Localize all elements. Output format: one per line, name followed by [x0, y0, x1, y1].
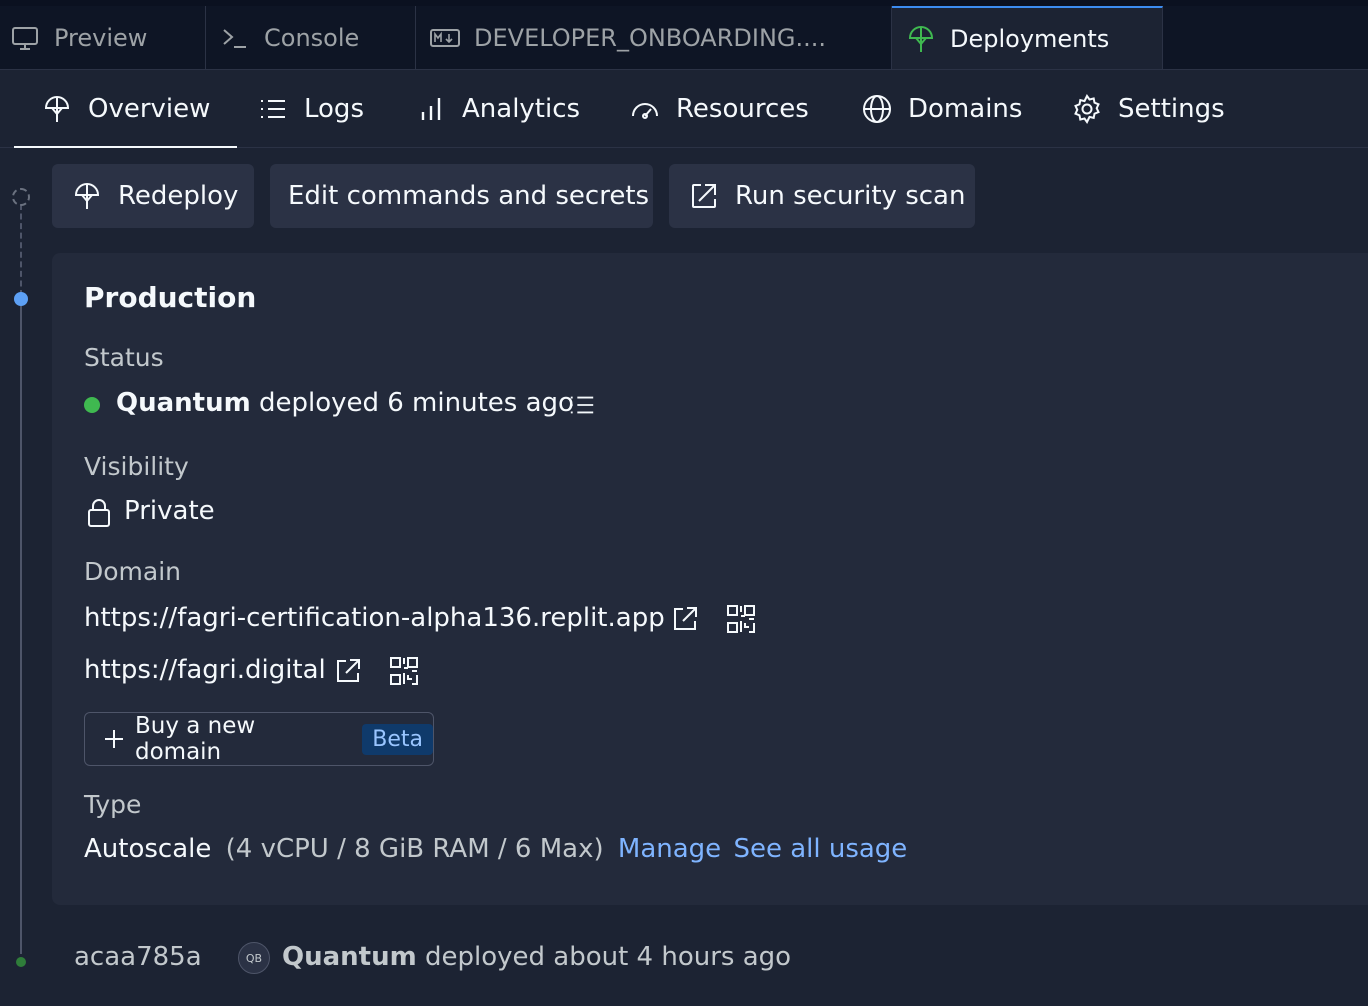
- subtab-label: Resources: [676, 93, 809, 124]
- markdown-icon: [430, 23, 460, 53]
- type-value: Autoscale: [84, 834, 212, 864]
- subtab-analytics[interactable]: Analytics: [416, 70, 580, 147]
- production-title: Production: [84, 281, 257, 314]
- gear-icon: [1072, 93, 1102, 124]
- gauge-icon: [630, 94, 660, 124]
- previous-commit-hash[interactable]: acaa785a: [74, 942, 202, 972]
- deployment-subnav: Overview Logs Analytics Resources Domain…: [0, 70, 1368, 148]
- list-icon: [258, 94, 288, 124]
- subtab-resources[interactable]: Resources: [630, 70, 809, 147]
- bar-chart-icon: [416, 94, 446, 124]
- redeploy-label: Redeploy: [118, 181, 239, 211]
- edit-commands-label: Edit commands and secrets: [288, 181, 650, 211]
- deployments-icon: [72, 181, 102, 211]
- subtab-overview[interactable]: Overview: [13, 70, 238, 148]
- deployments-icon: [906, 24, 936, 54]
- security-scan-button[interactable]: Run security scan: [669, 164, 975, 228]
- terminal-icon: [220, 23, 250, 53]
- subtab-label: Overview: [88, 93, 211, 124]
- tab-label: Deployments: [950, 24, 1110, 53]
- domain-label: Domain: [84, 557, 182, 586]
- domain-link-custom[interactable]: https://fagri.digital: [84, 655, 326, 685]
- timeline-dashed-line: [20, 204, 22, 296]
- tab-label: Preview: [54, 23, 148, 52]
- subtab-label: Settings: [1118, 93, 1225, 124]
- avatar: QB: [238, 942, 270, 974]
- list-icon: [568, 391, 596, 419]
- lock-icon: [86, 497, 112, 529]
- deployments-icon: [42, 94, 72, 124]
- type-details: (4 vCPU / 8 GiB RAM / 6 Max): [225, 834, 604, 864]
- status-indicator: [84, 397, 100, 413]
- tab-label: Console: [264, 23, 360, 52]
- see-usage-link[interactable]: See all usage: [733, 834, 907, 864]
- external-link-icon[interactable]: [671, 605, 699, 633]
- tab-console[interactable]: Console: [206, 6, 416, 69]
- manage-link[interactable]: Manage: [618, 834, 721, 864]
- tab-label: DEVELOPER_ONBOARDING....: [474, 23, 827, 52]
- type-line: Autoscale (4 vCPU / 8 GiB RAM / 6 Max) M…: [84, 834, 907, 864]
- status-label: Status: [84, 343, 164, 372]
- security-scan-label: Run security scan: [735, 181, 966, 211]
- qr-code-icon[interactable]: [389, 656, 419, 686]
- globe-icon: [862, 94, 892, 124]
- subtab-label: Logs: [304, 93, 364, 124]
- view-logs-button[interactable]: [568, 391, 596, 419]
- tab-deployments[interactable]: Deployments: [892, 6, 1163, 69]
- timeline-pending-dot: [12, 188, 30, 206]
- plus-icon: [103, 728, 125, 750]
- subtab-label: Analytics: [462, 93, 581, 124]
- subtab-settings[interactable]: Settings: [1072, 70, 1225, 147]
- visibility-value: Private: [124, 496, 215, 526]
- timeline-line: [20, 306, 22, 954]
- beta-badge: Beta: [362, 723, 433, 755]
- monitor-icon: [10, 23, 40, 53]
- timeline-current-dot: [14, 292, 28, 306]
- previous-deploy-line: Quantum deployed about 4 hours ago: [282, 942, 791, 972]
- buy-domain-label: Buy a new domain: [135, 713, 256, 765]
- previous-text: deployed about 4 hours ago: [424, 942, 792, 972]
- timeline-previous-dot: [16, 957, 26, 967]
- subtab-label: Domains: [908, 93, 1023, 124]
- qr-code-icon[interactable]: [726, 604, 756, 634]
- external-link-icon[interactable]: [334, 657, 362, 685]
- production-card: [52, 253, 1368, 905]
- status-user[interactable]: Quantum: [116, 388, 251, 418]
- buy-domain-button[interactable]: Buy a new domain Beta: [84, 712, 434, 766]
- tab-developer-onboarding[interactable]: DEVELOPER_ONBOARDING....: [416, 6, 892, 69]
- edit-commands-button[interactable]: Edit commands and secrets: [270, 164, 653, 228]
- previous-user[interactable]: Quantum: [282, 942, 417, 972]
- redeploy-button[interactable]: Redeploy: [52, 164, 254, 228]
- workspace-tab-bar: Preview Console DEVELOPER_ONBOARDING....…: [0, 0, 1368, 70]
- domain-link-replit[interactable]: https://fagri-certification-alpha136.rep…: [84, 603, 665, 633]
- scan-arrow-icon: [689, 181, 719, 211]
- tab-preview[interactable]: Preview: [0, 6, 206, 69]
- visibility-label: Visibility: [84, 452, 189, 481]
- type-label: Type: [84, 790, 142, 819]
- subtab-domains[interactable]: Domains: [862, 70, 1022, 147]
- subtab-logs[interactable]: Logs: [258, 70, 364, 147]
- status-line: Quantum deployed 6 minutes ago: [116, 388, 574, 418]
- status-text: deployed 6 minutes ago: [258, 388, 574, 418]
